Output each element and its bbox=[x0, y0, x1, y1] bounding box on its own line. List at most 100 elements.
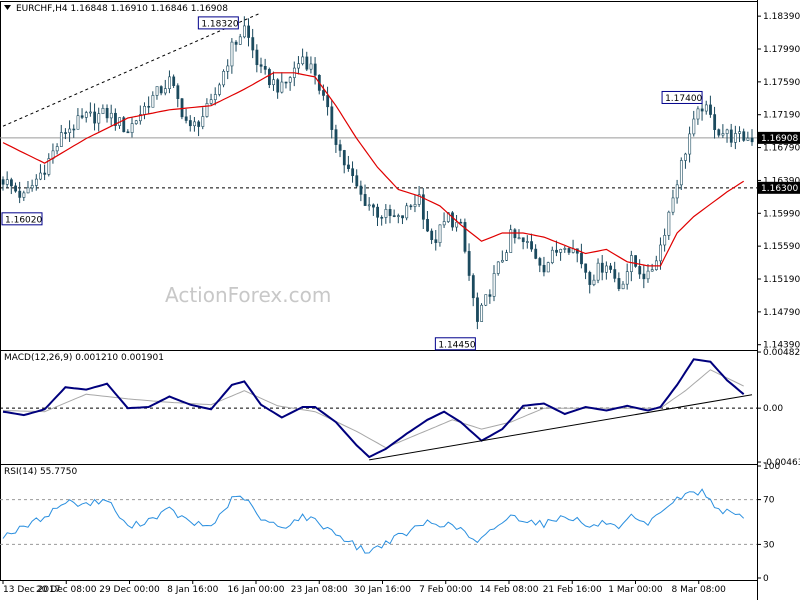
candle-body bbox=[600, 262, 604, 273]
candle-body bbox=[700, 108, 704, 112]
candle-body bbox=[163, 88, 167, 94]
candle-body bbox=[14, 185, 17, 192]
candle-body bbox=[704, 104, 708, 112]
candle-body bbox=[684, 153, 687, 161]
rsi-panel bbox=[0, 464, 758, 581]
rsi-tick: 100 70 30 0 bbox=[757, 462, 780, 584]
price-tick: 1.18390 1.17990 1.17590 1.17190 1.16790 1.163… bbox=[757, 12, 800, 351]
x-tick-label: 1 Mar 00:00 bbox=[608, 585, 663, 595]
candle-body bbox=[22, 192, 26, 198]
candle-body bbox=[525, 241, 529, 243]
candle-body bbox=[151, 95, 155, 108]
candle-body bbox=[64, 132, 67, 134]
candle-body bbox=[634, 255, 637, 267]
macd-tick-label: 0.00 bbox=[763, 404, 783, 414]
candle-body bbox=[39, 172, 42, 180]
rsi-title: RSI(14) 55.7750 bbox=[4, 467, 77, 477]
candle-body bbox=[430, 230, 434, 240]
candle-body bbox=[646, 270, 650, 280]
candle-body bbox=[59, 132, 63, 147]
price-trendline bbox=[2, 12, 262, 127]
candle-body bbox=[729, 129, 733, 143]
price-tick-label: 1.15990 bbox=[763, 209, 800, 219]
candle-body bbox=[555, 249, 558, 253]
candle-body bbox=[413, 204, 417, 207]
price-tick-label: 1.16790 bbox=[763, 144, 800, 154]
candle-body bbox=[613, 269, 617, 279]
candle-body bbox=[734, 133, 737, 143]
rsi-tick-label: 30 bbox=[763, 540, 775, 550]
candle-body bbox=[322, 90, 325, 96]
candle-body bbox=[380, 216, 384, 219]
candle-body bbox=[184, 116, 188, 121]
candle-body bbox=[201, 116, 205, 127]
candle-body bbox=[372, 204, 375, 208]
candle-body bbox=[193, 121, 196, 127]
candle-body bbox=[696, 108, 700, 120]
candle-body bbox=[484, 294, 488, 306]
candle-body bbox=[713, 114, 717, 130]
x-tick-label: 7 Feb 00:00 bbox=[419, 585, 473, 595]
x-tick-label: 23 Jan 08:00 bbox=[291, 585, 348, 595]
candle-body bbox=[459, 221, 463, 224]
annotations: 1.18320 1.17400 1.16020 1.14450 bbox=[1, 16, 703, 351]
macd-tick: 0.0048270.00-0.004632 bbox=[757, 348, 800, 468]
candle-body bbox=[405, 205, 409, 219]
candle-body bbox=[746, 137, 750, 141]
candle-body bbox=[222, 71, 226, 86]
candle-body bbox=[1, 179, 5, 185]
candle-body bbox=[72, 128, 76, 131]
candle-body bbox=[55, 146, 59, 152]
annotation-label: 1.18320 bbox=[201, 19, 238, 29]
candle-body bbox=[197, 121, 201, 127]
current-price-tag-text: 1.16908 bbox=[761, 134, 798, 144]
candle-body bbox=[388, 209, 392, 216]
candle-body bbox=[305, 56, 309, 70]
candle-body bbox=[476, 297, 479, 322]
candle-body bbox=[26, 187, 30, 194]
candle-body bbox=[338, 144, 342, 151]
candle-body bbox=[442, 221, 446, 226]
candle-body bbox=[226, 65, 230, 72]
price-tick-label: 1.17190 bbox=[763, 111, 800, 121]
candle-body bbox=[492, 273, 496, 297]
level-price-tag-text: 1.16300 bbox=[761, 184, 798, 194]
current-price-tag: 1.16908 bbox=[758, 131, 800, 144]
rsi-line bbox=[2, 488, 745, 554]
candle-body bbox=[455, 221, 459, 228]
candle-body bbox=[188, 120, 192, 127]
x-tick-label: 29 Dec 00:00 bbox=[99, 585, 160, 595]
candle-body bbox=[126, 131, 130, 134]
candle-body bbox=[384, 209, 388, 218]
candle-body bbox=[209, 99, 213, 104]
candle-body bbox=[280, 81, 284, 93]
candle-body bbox=[501, 260, 504, 263]
candle-body bbox=[43, 172, 47, 175]
candle-body bbox=[247, 25, 251, 38]
candle-body bbox=[97, 113, 101, 124]
candle-body bbox=[309, 63, 313, 70]
candle-body bbox=[567, 248, 571, 253]
rsi-tick-label: 0 bbox=[763, 574, 769, 584]
candle-body bbox=[679, 160, 683, 186]
price-tick-label: 1.17990 bbox=[763, 45, 800, 55]
candle-body bbox=[738, 131, 742, 134]
candle-body bbox=[243, 25, 246, 38]
candle-body bbox=[534, 248, 538, 259]
candle-body bbox=[297, 63, 300, 69]
candle-body bbox=[5, 179, 9, 185]
candle-body bbox=[550, 249, 554, 263]
candle-body bbox=[471, 275, 475, 299]
price-tick-label: 1.17590 bbox=[763, 78, 800, 88]
macd-signal-line bbox=[2, 369, 744, 449]
candle-body bbox=[605, 265, 608, 273]
rsi-tick-label: 70 bbox=[763, 496, 775, 506]
watermark: ActionForex.com bbox=[165, 283, 331, 307]
candle-body bbox=[347, 164, 350, 169]
candle-body bbox=[355, 175, 359, 187]
candle-body bbox=[288, 77, 292, 83]
candle-body bbox=[351, 168, 355, 176]
annotation-label: 1.17400 bbox=[665, 94, 702, 104]
candle-body bbox=[451, 212, 454, 228]
x-tick-label: 8 Jan 16:00 bbox=[167, 585, 219, 595]
